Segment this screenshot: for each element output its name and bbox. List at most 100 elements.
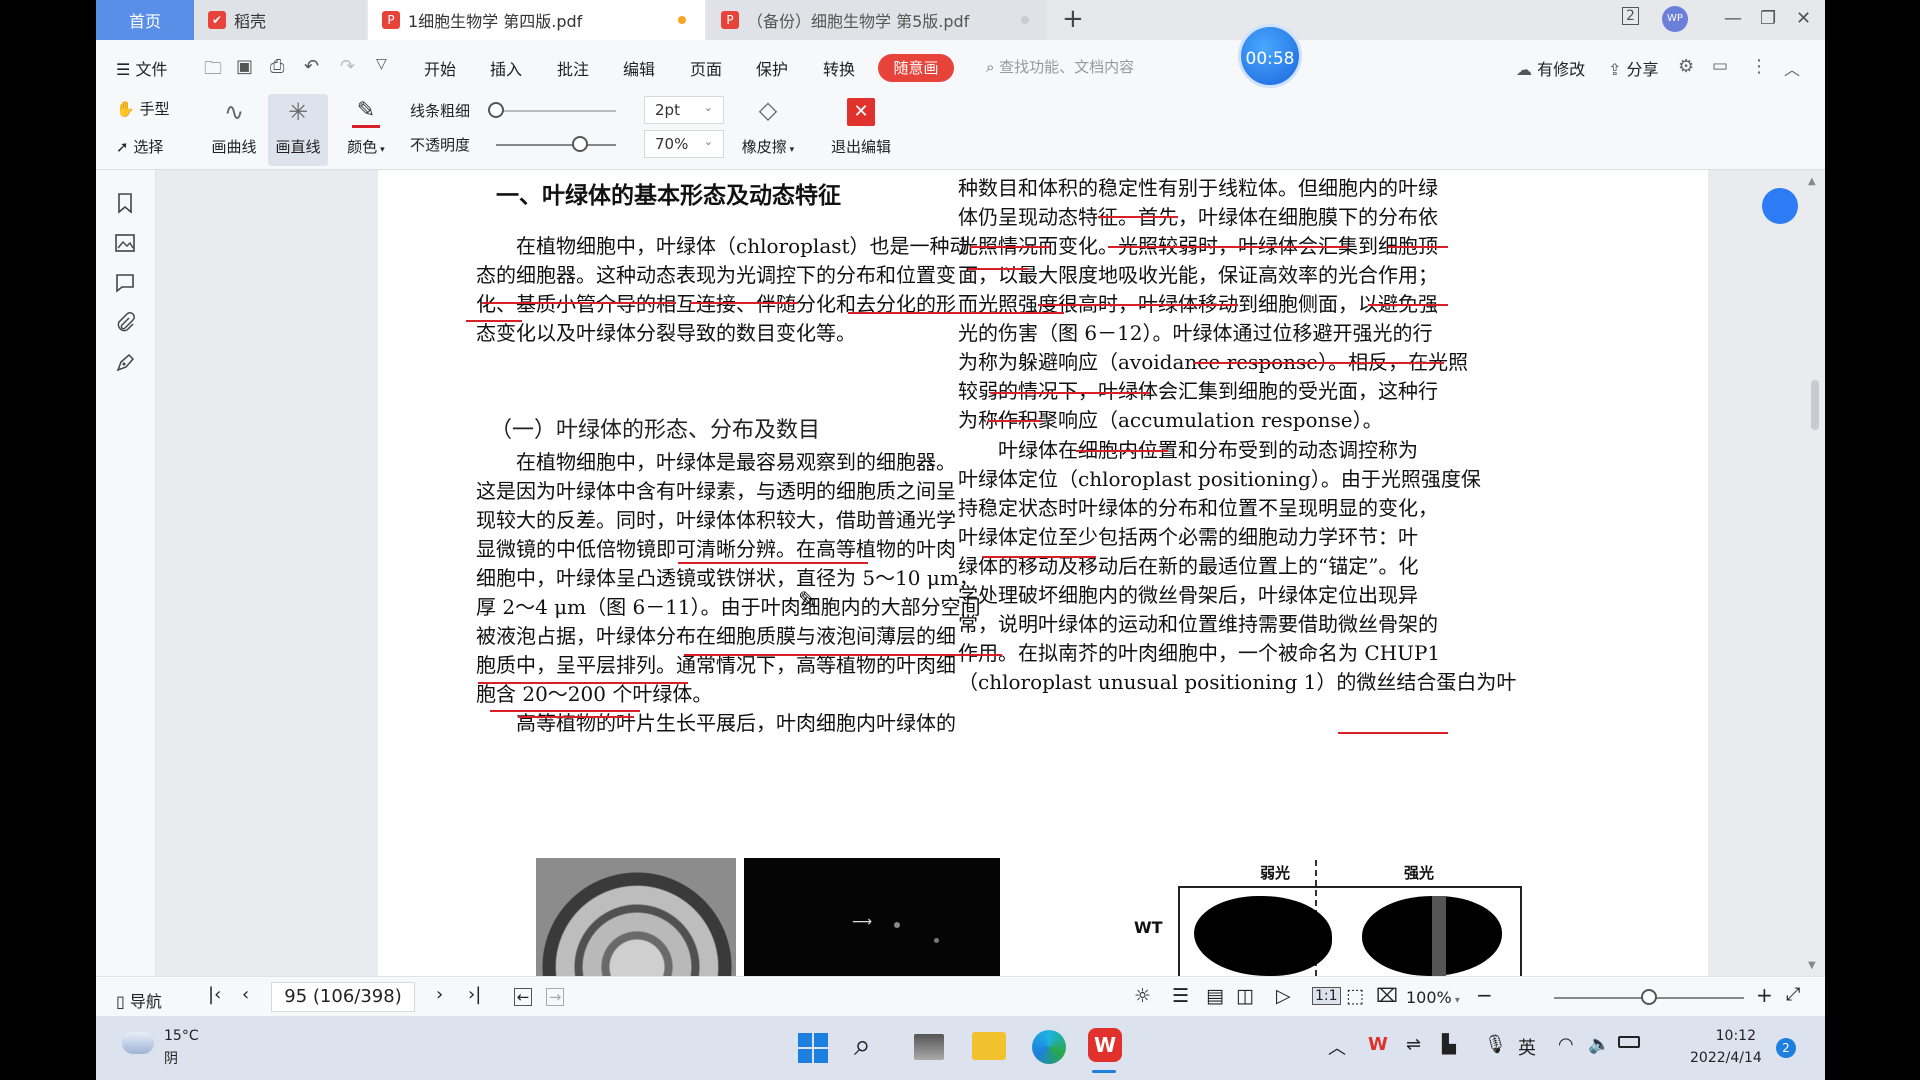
menu-convert[interactable]: 转换 xyxy=(823,56,855,80)
bookmark-icon[interactable] xyxy=(114,192,136,214)
play-slideshow-icon[interactable]: ▷ xyxy=(1276,985,1291,1007)
tray-overflow-chevron-icon[interactable]: ︿ xyxy=(1328,1034,1346,1060)
scroll-down-icon[interactable]: ▼ xyxy=(1808,960,1816,971)
menu-insert[interactable]: 插入 xyxy=(490,56,522,80)
hand-tool-button[interactable]: ✋ 手型 xyxy=(116,98,169,119)
fit-width-icon[interactable]: ⌧ xyxy=(1376,985,1398,1007)
more-quick-icon[interactable]: ▽ xyxy=(376,56,387,72)
avatar[interactable]: WP xyxy=(1662,6,1688,32)
close-window-icon[interactable]: ✕ xyxy=(1796,8,1811,29)
signature-pen-icon[interactable] xyxy=(114,352,136,374)
comment-icon[interactable] xyxy=(114,272,136,294)
wps-office-icon[interactable]: W xyxy=(1088,1028,1122,1062)
window-count-icon[interactable]: 2 xyxy=(1622,7,1639,25)
zoom-slider-handle[interactable] xyxy=(1641,989,1657,1005)
eraser-button[interactable]: ◇ 橡皮擦 ▾ xyxy=(740,94,796,157)
navigation-button[interactable]: ▯ 导航 xyxy=(116,988,162,1012)
menu-protect[interactable]: 保护 xyxy=(756,56,788,80)
text-line: 光照情况而变化。光照较弱时，叶绿体会汇集到细胞顶 xyxy=(958,234,1438,258)
menu-edit[interactable]: 编辑 xyxy=(623,56,655,80)
pdf-page[interactable]: 一、叶绿体的基本形态及动态特征 在植物细胞中，叶绿体（chloroplast）也… xyxy=(378,170,1708,976)
tab-daoke[interactable]: ✔ 稻壳 xyxy=(194,0,366,40)
continuous-page-icon[interactable]: ☰ xyxy=(1172,985,1189,1007)
collapse-ribbon-icon[interactable]: ︿ xyxy=(1784,56,1800,80)
start-windows-icon[interactable] xyxy=(798,1033,828,1063)
next-page-icon[interactable]: › xyxy=(436,984,443,1005)
new-tab-plus-icon[interactable]: + xyxy=(1062,4,1084,34)
text-line: 叶绿体定位至少包括两个必需的细胞动力学环节：叶 xyxy=(958,525,1418,549)
comment-icon[interactable]: ▭ xyxy=(1712,56,1728,76)
undo-icon[interactable]: ↶ xyxy=(304,56,319,77)
search-input[interactable]: ⌕ 查找功能、文档内容 xyxy=(986,56,1134,77)
draw-curve-button[interactable]: ∿ 画曲线 xyxy=(204,94,264,166)
minimize-icon[interactable]: — xyxy=(1724,8,1742,29)
tab-doc-2[interactable]: P （备份）细胞生物学 第5版.pdf xyxy=(707,0,1047,40)
redo-icon[interactable]: ↷ xyxy=(340,56,355,77)
document-canvas[interactable]: 一、叶绿体的基本形态及动态特征 在植物细胞中，叶绿体（chloroplast）也… xyxy=(156,170,1825,976)
battery-icon[interactable] xyxy=(1618,1036,1640,1048)
tab-home[interactable]: 首页 xyxy=(96,0,194,40)
volume-icon[interactable]: 🔈 xyxy=(1588,1034,1610,1055)
save-icon[interactable]: ▣ xyxy=(236,56,253,77)
exit-edit-button[interactable]: ✕ 退出编辑 xyxy=(826,94,896,157)
menu-page[interactable]: 页面 xyxy=(690,56,722,80)
scroll-up-icon[interactable]: ▲ xyxy=(1808,176,1816,187)
menu-annotate[interactable]: 批注 xyxy=(557,56,589,80)
floating-tool-button[interactable] xyxy=(1762,188,1798,224)
fit-back-icon[interactable]: ← xyxy=(514,988,532,1006)
zoom-out-icon[interactable]: − xyxy=(1476,983,1493,1007)
eye-protect-icon[interactable]: ☼ xyxy=(1134,985,1151,1007)
tray-usb-icon[interactable]: ⇌ xyxy=(1406,1034,1421,1055)
fullscreen-icon[interactable]: ⤢ xyxy=(1786,984,1800,1005)
attachment-clip-icon[interactable] xyxy=(114,312,136,334)
recording-timer[interactable]: 00:58 xyxy=(1238,24,1302,88)
thumbnail-image-icon[interactable] xyxy=(114,232,136,254)
line-width-slider-handle[interactable] xyxy=(488,102,504,118)
tray-audio-meter-icon[interactable]: ▙ xyxy=(1442,1034,1456,1055)
single-page-icon[interactable]: ▤ xyxy=(1206,985,1224,1007)
fit-page-icon[interactable]: ⬚ xyxy=(1346,985,1364,1007)
notification-badge[interactable]: 2 xyxy=(1776,1038,1796,1058)
file-explorer-icon[interactable] xyxy=(972,1032,1006,1060)
open-icon[interactable]: 🗀 xyxy=(204,56,222,86)
microphone-icon[interactable]: 🎙 xyxy=(1484,1034,1507,1055)
share-button[interactable]: ⇪ 分享 xyxy=(1608,56,1659,80)
opacity-slider[interactable] xyxy=(496,144,616,146)
actual-size-icon[interactable]: 1:1 xyxy=(1312,987,1341,1005)
color-button[interactable]: ✎ 颜色 ▾ xyxy=(344,94,388,157)
more-vertical-icon[interactable]: ⋮ xyxy=(1750,56,1768,77)
last-page-icon[interactable]: ›| xyxy=(468,984,481,1005)
menu-start[interactable]: 开始 xyxy=(424,56,456,80)
select-tool-button[interactable]: ➚ 选择 xyxy=(116,136,163,157)
weather-cloud-icon[interactable] xyxy=(122,1032,154,1054)
fit-forward-icon[interactable]: → xyxy=(546,988,564,1006)
edge-browser-icon[interactable] xyxy=(1032,1030,1066,1064)
clock-time[interactable]: 10:12 xyxy=(1686,1028,1756,1044)
clock-date[interactable]: 2022/4/14 xyxy=(1690,1050,1762,1066)
opacity-label: 不透明度 xyxy=(410,136,471,154)
page-number-input[interactable]: 95 (106/398) xyxy=(271,982,415,1012)
opacity-select[interactable]: 70% ⌄ xyxy=(644,130,724,158)
vertical-scrollbar[interactable] xyxy=(1811,380,1819,430)
settings-gear-icon[interactable]: ⚙ xyxy=(1678,56,1694,77)
line-width-select[interactable]: 2pt ⌄ xyxy=(644,96,724,124)
menu-freehand-draw[interactable]: 随意画 xyxy=(878,54,954,82)
modified-button[interactable]: ☁ 有修改 xyxy=(1516,56,1585,80)
wifi-icon[interactable]: ◠ xyxy=(1558,1034,1574,1055)
zoom-select[interactable]: 100% ▾ xyxy=(1406,988,1460,1007)
opacity-slider-handle[interactable] xyxy=(572,136,588,152)
line-width-slider[interactable] xyxy=(496,110,616,112)
taskbar-search-icon[interactable]: ⌕ xyxy=(854,1028,871,1063)
prev-page-icon[interactable]: ‹ xyxy=(242,984,249,1005)
tab-doc-1[interactable]: P 1细胞生物学 第四版.pdf xyxy=(368,0,705,40)
file-menu[interactable]: ☰ 文件 xyxy=(116,56,167,80)
zoom-in-icon[interactable]: + xyxy=(1756,983,1773,1007)
print-icon[interactable]: ⎙ xyxy=(270,56,284,77)
dual-page-icon[interactable]: ◫ xyxy=(1236,985,1254,1007)
ime-indicator[interactable]: 英 xyxy=(1518,1034,1536,1060)
task-view-icon[interactable] xyxy=(914,1034,944,1060)
weather-temp[interactable]: 15°C xyxy=(164,1028,199,1044)
restore-icon[interactable]: ❐ xyxy=(1760,8,1776,29)
tray-wps-icon[interactable]: W xyxy=(1368,1034,1388,1055)
first-page-icon[interactable]: |‹ xyxy=(208,984,221,1005)
